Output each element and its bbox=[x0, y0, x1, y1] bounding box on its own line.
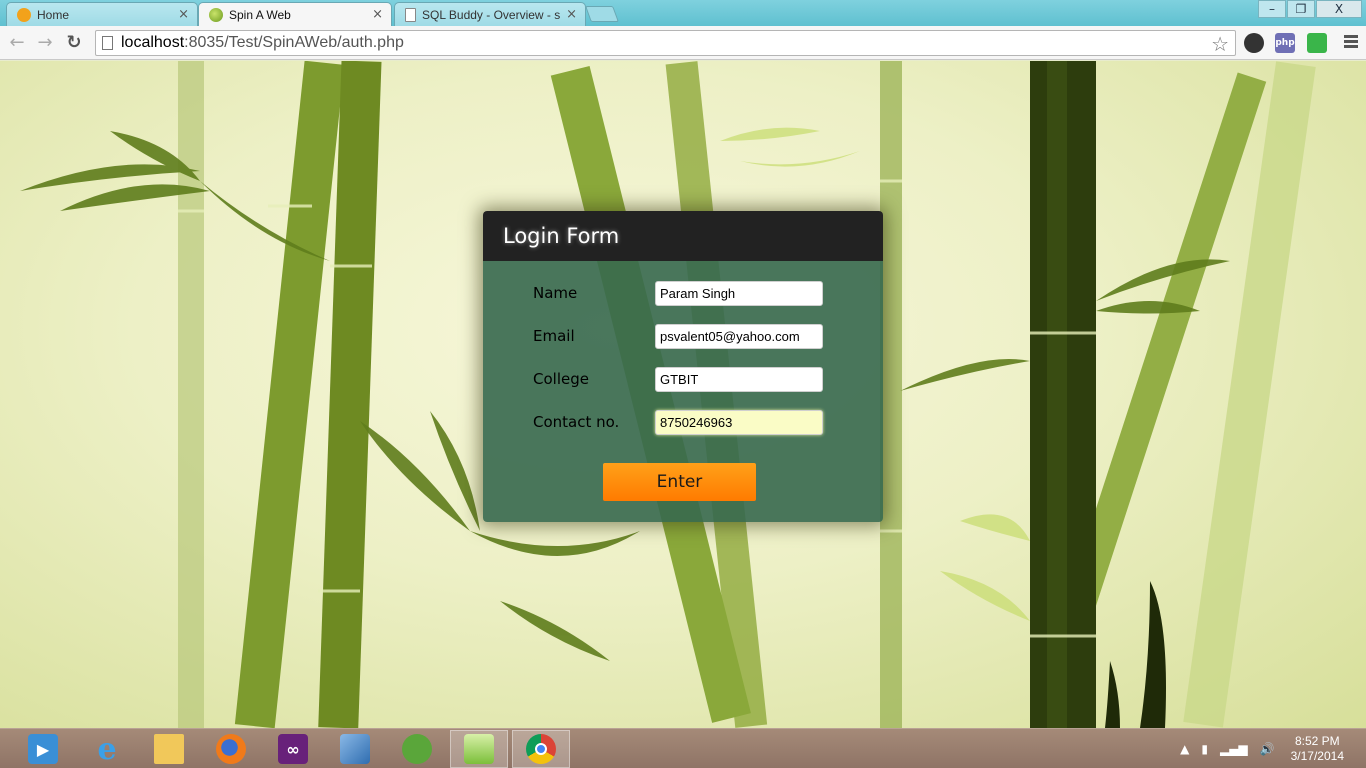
close-tab-icon[interactable]: × bbox=[178, 7, 189, 22]
browser-toolbar: ← → ↻ localhost:8035/Test/SpinAWeb/auth.… bbox=[0, 26, 1366, 60]
media-player-taskbar-button[interactable]: ▶ bbox=[14, 730, 72, 768]
address-bar[interactable]: localhost:8035/Test/SpinAWeb/auth.php ☆ bbox=[95, 30, 1236, 56]
close-tab-icon[interactable]: × bbox=[372, 7, 383, 22]
tab-title: SQL Buddy - Overview - s bbox=[422, 7, 561, 22]
bookmark-star-icon[interactable]: ☆ bbox=[1211, 32, 1229, 56]
email-label: Email bbox=[533, 327, 575, 345]
virtualbox-icon bbox=[340, 734, 370, 764]
evernote-elephant-icon bbox=[402, 734, 432, 764]
email-input[interactable] bbox=[655, 324, 823, 349]
college-input[interactable] bbox=[655, 367, 823, 392]
name-label: Name bbox=[533, 284, 578, 302]
college-row: College bbox=[533, 367, 833, 392]
notepad-plus-taskbar-button[interactable] bbox=[450, 730, 508, 768]
name-row: Name bbox=[533, 281, 833, 306]
login-form-title: Login Form bbox=[503, 224, 620, 248]
clock[interactable]: 8:52 PM 3/17/2014 bbox=[1291, 734, 1344, 764]
visual-studio-taskbar-button[interactable]: ∞ bbox=[264, 730, 322, 768]
notepad-plus-icon bbox=[464, 734, 494, 764]
firefox-taskbar-button[interactable] bbox=[202, 730, 260, 768]
windows-taskbar: ▶ e ∞ ▲ ▮ ▂▄▆ 🔊 8:52 PM 3/17/2014 bbox=[0, 728, 1366, 768]
network-signal-icon[interactable]: ▂▄▆ bbox=[1220, 742, 1248, 756]
chrome-menu-icon[interactable] bbox=[1344, 35, 1358, 50]
file-explorer-taskbar-button[interactable] bbox=[140, 730, 198, 768]
tab-title: Spin A Web bbox=[229, 7, 291, 22]
evernote-taskbar-button[interactable] bbox=[388, 730, 446, 768]
circle-extension-icon[interactable] bbox=[1244, 33, 1264, 53]
green-extension-icon[interactable] bbox=[1307, 33, 1327, 53]
contact-label: Contact no. bbox=[533, 413, 620, 431]
email-row: Email bbox=[533, 324, 833, 349]
page-icon bbox=[102, 36, 113, 50]
close-tab-icon[interactable]: × bbox=[566, 7, 577, 22]
restore-button[interactable]: ❐ bbox=[1287, 0, 1315, 18]
apple-favicon-icon bbox=[209, 7, 223, 22]
battery-icon[interactable]: ▮ bbox=[1201, 742, 1208, 756]
system-tray: ▲ ▮ ▂▄▆ 🔊 8:52 PM 3/17/2014 bbox=[1174, 729, 1366, 768]
tab-home[interactable]: Home × bbox=[6, 2, 198, 26]
college-label: College bbox=[533, 370, 589, 388]
tab-sql-buddy[interactable]: SQL Buddy - Overview - s × bbox=[394, 2, 586, 26]
url-text: localhost:8035/Test/SpinAWeb/auth.php bbox=[121, 34, 404, 51]
php-extension-icon[interactable]: php bbox=[1275, 33, 1295, 53]
document-favicon-icon bbox=[405, 7, 416, 22]
contact-row: Contact no. bbox=[533, 410, 833, 435]
clock-date: 3/17/2014 bbox=[1290, 749, 1344, 763]
show-hidden-icons-chevron-icon[interactable]: ▲ bbox=[1180, 742, 1189, 756]
contact-input[interactable] bbox=[655, 410, 823, 435]
firefox-icon bbox=[216, 734, 246, 764]
login-form-body: Name Email College Contact no. Enter bbox=[483, 261, 883, 522]
media-player-icon: ▶ bbox=[28, 734, 58, 764]
tab-title: Home bbox=[37, 7, 70, 22]
close-window-button[interactable]: X bbox=[1316, 0, 1362, 18]
login-form-header: Login Form bbox=[483, 211, 883, 261]
browser-tabstrip: Home × Spin A Web × SQL Buddy - Overview… bbox=[0, 0, 1366, 26]
forward-arrow-icon[interactable]: → bbox=[34, 32, 56, 54]
visual-studio-icon: ∞ bbox=[278, 734, 308, 764]
minimize-button[interactable]: – bbox=[1258, 0, 1286, 18]
name-input[interactable] bbox=[655, 281, 823, 306]
chrome-taskbar-button[interactable] bbox=[512, 730, 570, 768]
internet-explorer-icon: e bbox=[97, 731, 117, 767]
folder-icon bbox=[154, 734, 184, 764]
internet-explorer-taskbar-button[interactable]: e bbox=[78, 730, 136, 768]
enter-button[interactable]: Enter bbox=[603, 463, 756, 501]
reload-icon[interactable]: ↻ bbox=[63, 32, 85, 54]
chrome-icon bbox=[526, 734, 556, 764]
virtualbox-taskbar-button[interactable] bbox=[326, 730, 384, 768]
clock-time: 8:52 PM bbox=[1294, 734, 1340, 748]
login-form: Login Form Name Email College Contact no… bbox=[483, 211, 883, 522]
page-viewport: Login Form Name Email College Contact no… bbox=[0, 61, 1366, 728]
window-controls: – ❐ X bbox=[1257, 0, 1362, 18]
home-tab-favicon-icon bbox=[17, 7, 31, 22]
volume-icon[interactable]: 🔊 bbox=[1260, 742, 1275, 756]
back-arrow-icon[interactable]: ← bbox=[6, 32, 28, 54]
tab-spin-a-web[interactable]: Spin A Web × bbox=[198, 2, 392, 26]
new-tab-button[interactable] bbox=[585, 6, 619, 22]
